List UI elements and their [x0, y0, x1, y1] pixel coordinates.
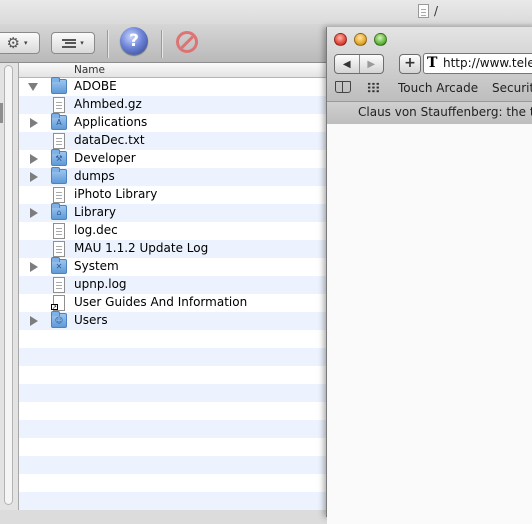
disclosure-closed-icon[interactable] — [30, 316, 38, 326]
item-name: Library — [74, 205, 116, 219]
window-title: / — [418, 2, 438, 20]
list-item[interactable]: ⚒ Developer — [19, 149, 326, 168]
document-icon — [53, 241, 65, 257]
list-item[interactable]: dataDec.txt — [19, 132, 326, 150]
gear-icon: ⚙ — [6, 34, 20, 52]
list-item[interactable]: ADOBE — [19, 77, 326, 96]
disclosure-open-icon[interactable] — [28, 83, 38, 91]
close-button[interactable] — [334, 33, 347, 46]
item-name: log.dec — [74, 223, 118, 237]
folder-icon: ⚒ — [51, 149, 67, 166]
bookmarks-book-icon[interactable] — [335, 81, 351, 93]
address-field[interactable]: T http://www.tele — [423, 53, 532, 74]
item-name: Developer — [74, 151, 136, 165]
item-name: MAU 1.1.2 Update Log — [74, 241, 209, 255]
disclosure-closed-icon[interactable] — [30, 154, 38, 164]
folder-icon: A — [51, 113, 67, 130]
bookmarks-bar: Touch Arcade Security — [327, 78, 532, 98]
window-title-text: / — [434, 4, 439, 18]
item-name: ADOBE — [74, 79, 117, 93]
empty-row — [19, 348, 326, 366]
item-name: iPhoto Library — [74, 187, 158, 201]
help-icon[interactable]: ? — [120, 27, 148, 55]
column-header-name[interactable]: Name — [19, 63, 326, 78]
disclosure-closed-icon[interactable] — [30, 172, 38, 182]
forward-button[interactable]: ▶ — [360, 55, 384, 73]
empty-row — [19, 384, 326, 402]
empty-row — [19, 366, 326, 384]
document-icon — [53, 133, 65, 149]
safari-toolbar: ◀ ▶ + T http://www.tele Touch Arcade Sec… — [327, 27, 532, 124]
back-forward-control: ◀ ▶ — [334, 54, 384, 74]
prohibited-icon[interactable] — [176, 31, 198, 53]
top-sites-grid-icon[interactable] — [367, 82, 380, 93]
document-icon — [418, 4, 429, 18]
list-item[interactable]: iPhoto Library — [19, 186, 326, 204]
list-item[interactable]: upnp.log — [19, 276, 326, 294]
item-name: Ahmbed.gz — [74, 97, 142, 111]
arrange-menu-button[interactable]: ▾ — [51, 32, 95, 54]
bookmark-security[interactable]: Security — [492, 81, 532, 95]
toolbar-separator — [161, 30, 162, 58]
list-item[interactable]: ☺ Users — [19, 311, 326, 330]
tab-title: Claus von Stauffenberg: the tru — [358, 105, 532, 119]
list-item[interactable]: ⌂ Library — [19, 203, 326, 222]
item-name: dataDec.txt — [74, 133, 145, 147]
add-bookmark-button[interactable]: + — [399, 54, 421, 74]
list-item[interactable]: MAU 1.1.2 Update Log — [19, 240, 326, 258]
toolbar-separator — [107, 30, 108, 58]
column-header-label: Name — [74, 64, 105, 76]
document-icon — [53, 187, 65, 203]
item-name: User Guides And Information — [74, 295, 248, 309]
page-content[interactable] — [327, 124, 532, 524]
empty-row — [19, 420, 326, 438]
tab-current[interactable]: Claus von Stauffenberg: the tru — [327, 101, 532, 124]
disclosure-closed-icon[interactable] — [30, 118, 38, 128]
disclosure-closed-icon[interactable] — [30, 262, 38, 272]
empty-row — [19, 438, 326, 456]
alias-arrow-icon: ↗ — [51, 304, 58, 311]
sidebar-scrollbar[interactable] — [4, 65, 13, 505]
safari-window: ◀ ▶ + T http://www.tele Touch Arcade Sec… — [326, 27, 532, 524]
sidebar-selection-marker — [0, 103, 3, 123]
folder-icon: ☺ — [51, 311, 67, 328]
file-list: Name ADOBE Ahmbed.gz A Applications dataDec.… — [19, 63, 326, 510]
site-favicon-icon: T — [427, 55, 438, 71]
list-arrange-icon — [62, 38, 77, 48]
list-item[interactable]: Ahmbed.gz — [19, 96, 326, 114]
empty-row — [19, 492, 326, 510]
list-item[interactable]: A Applications — [19, 113, 326, 132]
chevron-down-icon: ▾ — [80, 39, 84, 47]
bookmark-touch-arcade[interactable]: Touch Arcade — [398, 81, 478, 95]
folder-icon: ⌂ — [51, 203, 67, 220]
minimize-button[interactable] — [354, 33, 367, 46]
disclosure-closed-icon[interactable] — [30, 208, 38, 218]
empty-row — [19, 402, 326, 420]
action-menu-button[interactable]: ⚙ ▾ — [0, 32, 40, 54]
empty-row — [19, 330, 326, 348]
back-button[interactable]: ◀ — [335, 55, 360, 73]
item-name: Users — [74, 313, 108, 327]
document-icon — [53, 223, 65, 239]
file-rows: ADOBE Ahmbed.gz A Applications dataDec.txt ⚒ D… — [19, 77, 326, 510]
folder-icon — [51, 167, 67, 184]
folder-icon: ✕ — [51, 257, 67, 274]
empty-row — [19, 456, 326, 474]
list-item[interactable]: ↗ User Guides And Information — [19, 294, 326, 312]
item-name: System — [74, 259, 119, 273]
folder-icon — [51, 77, 67, 94]
document-icon — [53, 277, 65, 293]
sidebar — [0, 63, 19, 510]
address-text: http://www.tele — [443, 56, 532, 70]
empty-row — [19, 474, 326, 492]
list-item[interactable]: log.dec — [19, 222, 326, 240]
item-name: Applications — [74, 115, 148, 129]
chevron-down-icon: ▾ — [23, 39, 28, 47]
zoom-button[interactable] — [374, 33, 387, 46]
item-name: upnp.log — [74, 277, 127, 291]
document-icon — [53, 97, 65, 113]
list-item[interactable]: dumps — [19, 167, 326, 186]
item-name: dumps — [74, 169, 115, 183]
list-item[interactable]: ✕ System — [19, 257, 326, 276]
